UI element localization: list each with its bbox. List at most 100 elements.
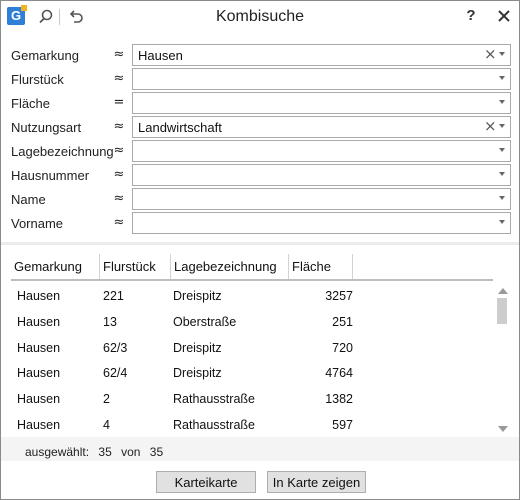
selected-count: 35 — [98, 445, 112, 459]
form-divider — [1, 242, 519, 245]
field-label: Lagebezeichnung — [11, 144, 114, 159]
selected-label: ausgewählt: — [25, 445, 90, 459]
search-field[interactable]: Hausen × — [132, 44, 511, 66]
field-label: Name — [11, 192, 46, 207]
show-on-map-button[interactable]: In Karte zeigen — [267, 471, 366, 493]
chevron-down-icon[interactable] — [499, 100, 505, 104]
column-header-lagebezeichnung[interactable]: Lagebezeichnung — [171, 254, 289, 279]
match-operator: ≈ — [113, 167, 125, 182]
table-cell: 221 — [103, 289, 124, 303]
table-cell: Rathausstraße — [173, 392, 255, 407]
table-cell: 13 — [103, 314, 117, 329]
table-cell: 597 — [332, 418, 353, 432]
scroll-up-icon[interactable] — [498, 288, 508, 294]
table-cell: Hausen — [17, 340, 61, 355]
of-label: von — [121, 445, 141, 459]
undo-icon[interactable] — [67, 8, 85, 26]
table-row[interactable]: Hausen 62/4 Dreispitz 4764 — [11, 361, 493, 387]
field-label: Gemarkung — [11, 48, 79, 63]
field-label: Hausnummer — [11, 168, 90, 183]
table-cell: 1382 — [325, 392, 353, 407]
table-cell: 4 — [103, 418, 110, 432]
table-cell: Dreispitz — [173, 366, 222, 381]
search-field[interactable]: Landwirtschaft × — [132, 116, 511, 138]
table-cell: 3257 — [325, 289, 353, 303]
match-operator: ≈ — [113, 143, 125, 158]
table-cell: Hausen — [17, 289, 61, 303]
table-cell: Rathausstraße — [173, 418, 255, 432]
search-field[interactable] — [132, 140, 511, 162]
table-cell: Hausen — [17, 392, 61, 407]
form-row: Hausnummer ≈ — [1, 164, 519, 186]
column-header-gemarkung[interactable]: Gemarkung — [11, 254, 100, 279]
search-field[interactable] — [132, 188, 511, 210]
column-header-flurstueck[interactable]: Flurstück — [100, 254, 171, 279]
match-operator: ≈ — [113, 71, 125, 86]
karteikarte-button[interactable]: Karteikarte — [156, 471, 256, 493]
field-label: Vorname — [11, 216, 64, 231]
form-row: Flurstück ≈ — [1, 68, 519, 90]
table-cell: 720 — [332, 340, 353, 355]
app-logo-accent — [21, 5, 27, 11]
field-value: Landwirtschaft — [138, 120, 222, 135]
scroll-down-icon[interactable] — [498, 426, 508, 432]
table-row[interactable]: Hausen 13 Oberstraße 251 — [11, 310, 493, 336]
form-row: Lagebezeichnung ≈ — [1, 140, 519, 162]
column-header-flaeche[interactable]: Fläche — [289, 254, 353, 279]
chevron-down-icon[interactable] — [499, 52, 505, 56]
table-cell: 251 — [332, 314, 353, 329]
table-cell: Dreispitz — [173, 289, 222, 303]
field-value: Hausen — [138, 48, 183, 63]
match-operator: ≈ — [113, 119, 125, 134]
table-cell: Dreispitz — [173, 340, 222, 355]
selection-status: ausgewählt: 35 von 35 — [25, 445, 169, 459]
close-icon[interactable] — [495, 7, 513, 25]
match-operator: = — [113, 95, 125, 110]
search-field[interactable] — [132, 92, 511, 114]
table-cell: 62/4 — [103, 366, 128, 381]
status-bar: ausgewählt: 35 von 35 — [1, 437, 519, 461]
search-field[interactable] — [132, 212, 511, 234]
table-row[interactable]: Hausen 2 Rathausstraße 1382 — [11, 387, 493, 413]
match-operator: ≈ — [113, 215, 125, 230]
table-cell: Hausen — [17, 418, 61, 432]
table-cell: 4764 — [325, 366, 353, 381]
scroll-thumb[interactable] — [497, 298, 507, 324]
form-row: Vorname ≈ — [1, 212, 519, 234]
chevron-down-icon[interactable] — [499, 220, 505, 224]
table-cell: 62/3 — [103, 340, 128, 355]
clear-icon[interactable]: × — [484, 47, 497, 62]
chevron-down-icon[interactable] — [499, 172, 505, 176]
match-operator: ≈ — [113, 47, 125, 62]
app-logo-letter: G — [10, 8, 22, 23]
search-field[interactable] — [132, 164, 511, 186]
form-row: Nutzungsart ≈ Landwirtschaft × — [1, 116, 519, 138]
match-operator: ≈ — [113, 191, 125, 206]
table-row[interactable]: Hausen 4 Rathausstraße 597 — [11, 413, 493, 439]
table-header: Gemarkung Flurstück Lagebezeichnung Fläc… — [11, 254, 493, 281]
search-icon[interactable] — [37, 8, 55, 26]
app-logo: G — [7, 5, 27, 25]
total-count: 35 — [149, 445, 164, 459]
table-cell: Hausen — [17, 366, 61, 381]
toolbar-separator — [59, 9, 60, 25]
search-field[interactable] — [132, 68, 511, 90]
clear-icon[interactable]: × — [484, 119, 497, 134]
field-label: Fläche — [11, 96, 51, 111]
field-label: Flurstück — [11, 72, 64, 87]
table-cell: Hausen — [17, 314, 61, 329]
table-cell: 2 — [103, 392, 110, 407]
chevron-down-icon[interactable] — [499, 76, 505, 80]
help-button[interactable]: ? — [462, 7, 480, 24]
chevron-down-icon[interactable] — [499, 196, 505, 200]
form-row: Name ≈ — [1, 188, 519, 210]
table-row[interactable]: Hausen 62/3 Dreispitz 720 — [11, 336, 493, 362]
results-table: Gemarkung Flurstück Lagebezeichnung Fläc… — [11, 254, 509, 439]
form-row: Gemarkung ≈ Hausen × — [1, 44, 519, 66]
chevron-down-icon[interactable] — [499, 124, 505, 128]
table-row[interactable]: Hausen 221 Dreispitz 3257 — [11, 284, 493, 310]
table-cell: Oberstraße — [173, 314, 237, 329]
chevron-down-icon[interactable] — [499, 148, 505, 152]
table-scrollbar[interactable] — [495, 284, 509, 437]
form-row: Fläche = — [1, 92, 519, 114]
